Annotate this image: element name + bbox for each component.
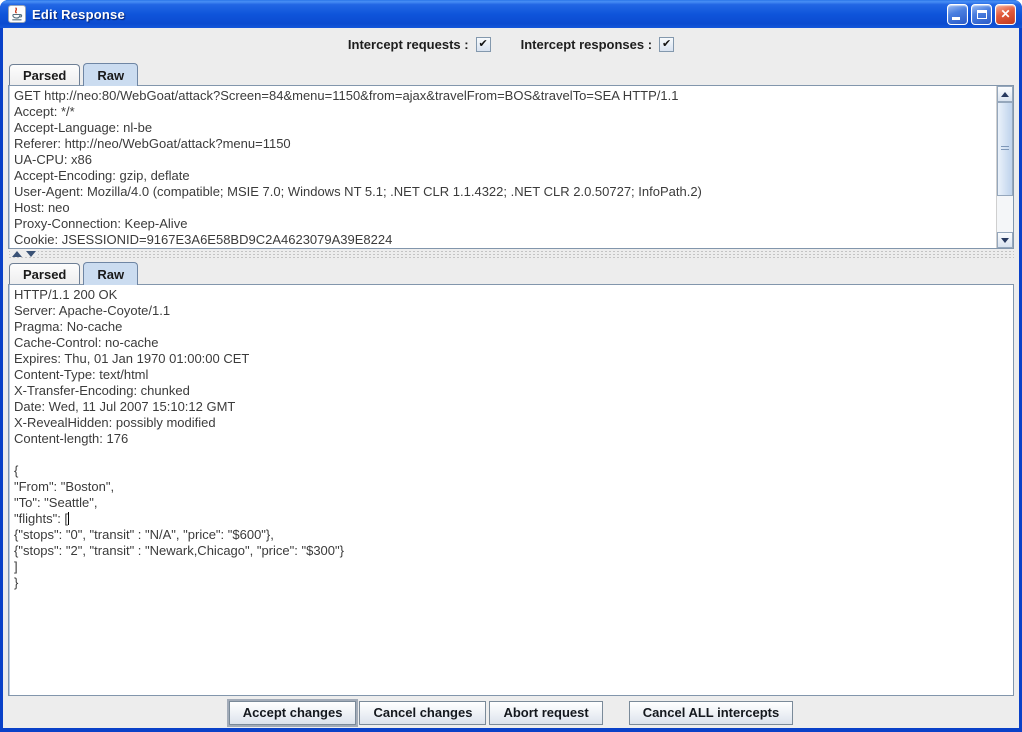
request-raw-textarea[interactable]: GET http://neo:80/WebGoat/attack?Screen=… [9, 86, 996, 248]
close-icon: ✕ [1000, 7, 1010, 21]
response-text-after-caret: {"stops": "0", "transit" : "N/A", "price… [14, 527, 344, 590]
maximize-icon [977, 10, 987, 19]
minimize-icon [952, 17, 960, 20]
intercept-responses-label: Intercept responses : [521, 37, 653, 52]
divider-collapse-up-icon[interactable] [12, 251, 22, 257]
accept-changes-button[interactable]: Accept changes [229, 701, 357, 725]
maximize-button[interactable] [971, 4, 992, 25]
response-text-before-caret: HTTP/1.1 200 OK Server: Apache-Coyote/1.… [14, 287, 249, 526]
divider-buttons [10, 251, 38, 257]
request-tab-bar: Parsed Raw [3, 61, 1019, 85]
response-tab-bar: Parsed Raw [3, 260, 1019, 284]
divider-expand-down-icon[interactable] [26, 251, 36, 257]
arrow-up-icon [1001, 92, 1009, 97]
window-title: Edit Response [32, 7, 947, 22]
action-button-row: Accept changes Cancel changes Abort requ… [3, 697, 1019, 728]
response-tab-raw[interactable]: Raw [83, 262, 138, 285]
request-raw-panel: GET http://neo:80/WebGoat/attack?Screen=… [8, 85, 1014, 249]
check-icon: ✔ [478, 39, 487, 50]
dialog-content: Intercept requests : ✔ Intercept respons… [3, 28, 1019, 728]
text-caret [68, 512, 69, 525]
intercept-requests-checkbox[interactable]: ✔ [476, 37, 491, 52]
intercept-responses-checkbox[interactable]: ✔ [659, 37, 674, 52]
scrollbar-track[interactable] [997, 102, 1013, 232]
intercept-requests-label: Intercept requests : [348, 37, 469, 52]
request-scrollbar[interactable] [996, 86, 1013, 248]
intercept-options-row: Intercept requests : ✔ Intercept respons… [3, 28, 1019, 61]
scrollbar-thumb[interactable] [997, 102, 1013, 196]
scroll-up-button[interactable] [997, 86, 1013, 102]
request-tab-parsed[interactable]: Parsed [9, 64, 80, 86]
request-tab-raw[interactable]: Raw [83, 63, 138, 86]
java-icon[interactable] [8, 5, 26, 23]
close-button[interactable]: ✕ [995, 4, 1016, 25]
edit-response-window: Edit Response ✕ Intercept requests : ✔ I… [0, 0, 1022, 732]
response-raw-panel: HTTP/1.1 200 OK Server: Apache-Coyote/1.… [8, 284, 1014, 696]
response-tab-parsed[interactable]: Parsed [9, 263, 80, 285]
arrow-down-icon [1001, 238, 1009, 243]
window-controls: ✕ [947, 4, 1016, 25]
abort-request-button[interactable]: Abort request [489, 701, 602, 725]
minimize-button[interactable] [947, 4, 968, 25]
cancel-all-intercepts-button[interactable]: Cancel ALL intercepts [629, 701, 794, 725]
split-pane-divider[interactable] [8, 250, 1014, 259]
title-bar[interactable]: Edit Response ✕ [0, 0, 1022, 28]
scroll-down-button[interactable] [997, 232, 1013, 248]
cancel-changes-button[interactable]: Cancel changes [359, 701, 486, 725]
response-raw-textarea[interactable]: HTTP/1.1 200 OK Server: Apache-Coyote/1.… [9, 285, 1013, 695]
grip-icon [1001, 146, 1009, 152]
check-icon: ✔ [662, 39, 671, 50]
